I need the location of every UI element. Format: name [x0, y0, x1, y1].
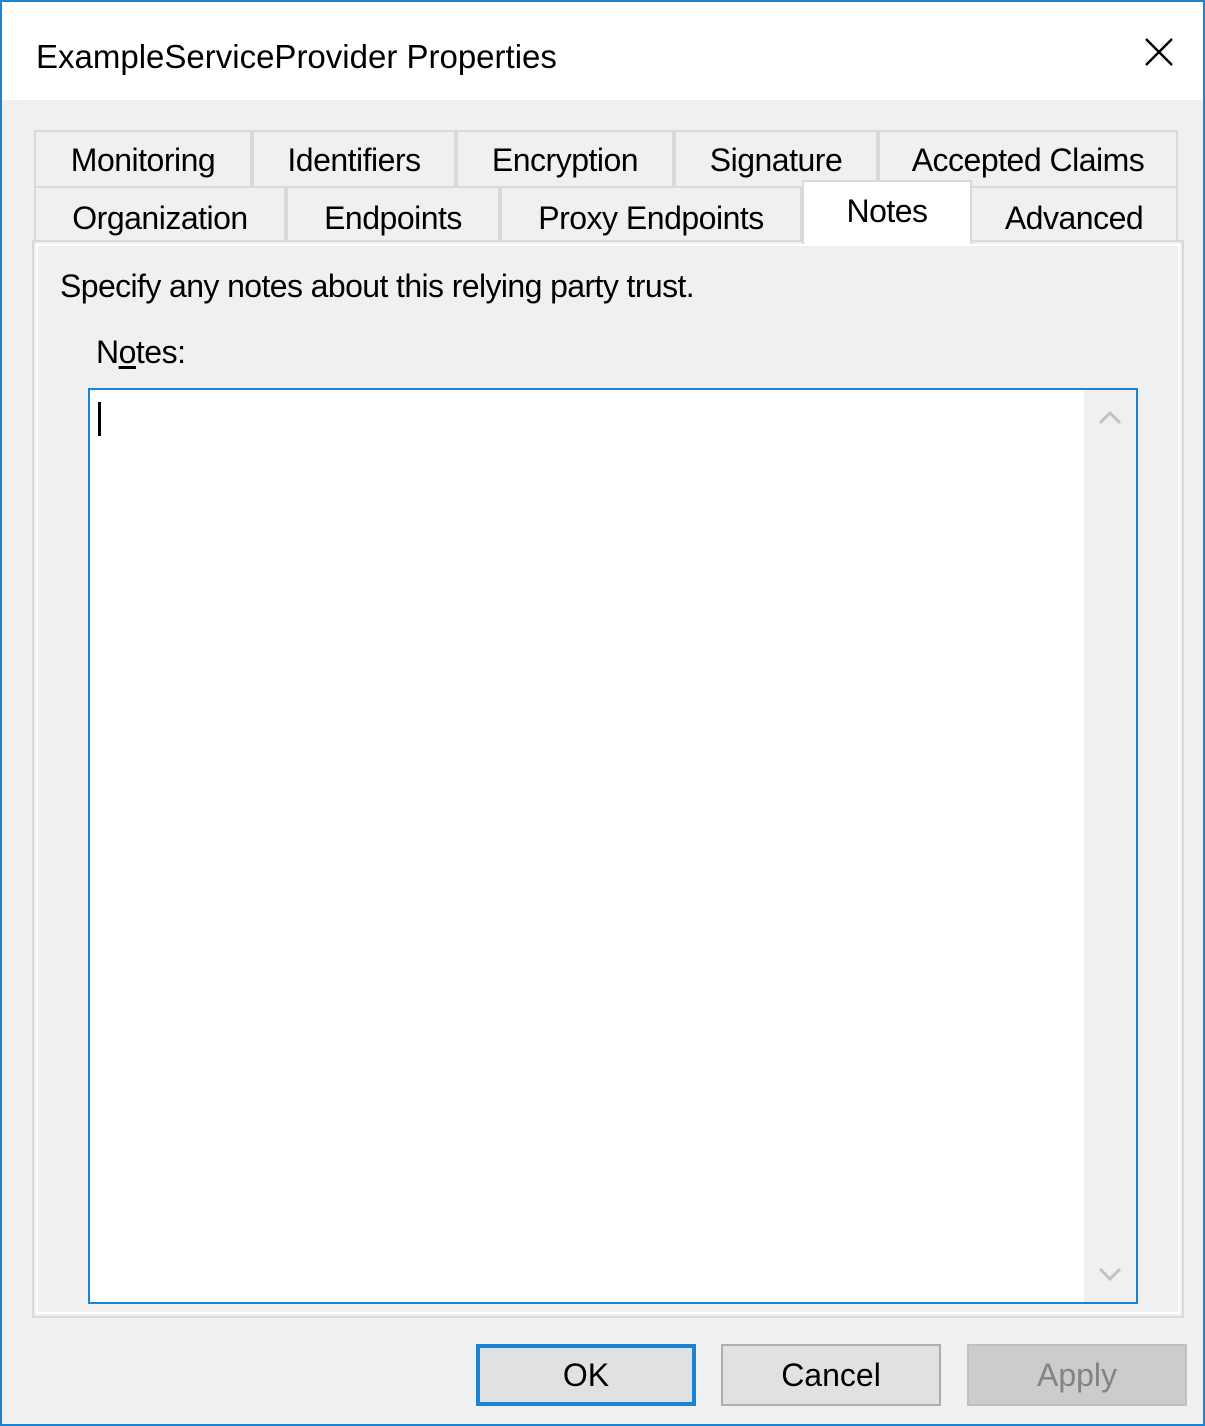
text-caret: [98, 402, 101, 436]
scroll-track[interactable]: [1084, 442, 1136, 1250]
close-icon: [1145, 38, 1173, 66]
tab-organization[interactable]: Organization: [34, 186, 286, 242]
window-title: ExampleServiceProvider Properties: [36, 38, 557, 75]
notes-textarea-frame: [88, 388, 1138, 1304]
notes-label-end: tes:: [135, 334, 186, 370]
tab-proxy-endpoints[interactable]: Proxy Endpoints: [500, 186, 802, 242]
chevron-up-icon: [1098, 410, 1122, 425]
cancel-button[interactable]: Cancel: [721, 1344, 941, 1406]
notes-textarea[interactable]: [90, 390, 1080, 1302]
chevron-down-icon: [1098, 1267, 1122, 1282]
close-button[interactable]: [1122, 20, 1194, 82]
tab-signature[interactable]: Signature: [674, 130, 878, 186]
scroll-down-button[interactable]: [1084, 1250, 1136, 1302]
tab-notes[interactable]: Notes: [802, 180, 972, 244]
notes-label-mnemonic: o: [118, 334, 137, 370]
tab-endpoints[interactable]: Endpoints: [286, 186, 500, 242]
properties-dialog: ExampleServiceProvider Properties Monito…: [0, 0, 1205, 1426]
tab-monitoring[interactable]: Monitoring: [34, 130, 252, 186]
notes-tab-panel: Specify any notes about this relying par…: [32, 240, 1184, 1318]
notes-vertical-scrollbar[interactable]: [1084, 390, 1136, 1302]
tab-advanced[interactable]: Advanced: [970, 186, 1178, 242]
ok-button[interactable]: OK: [476, 1344, 696, 1406]
tab-encryption[interactable]: Encryption: [456, 130, 674, 186]
title-bar: ExampleServiceProvider Properties: [2, 2, 1203, 100]
apply-button[interactable]: Apply: [967, 1344, 1187, 1406]
tab-accepted-claims[interactable]: Accepted Claims: [878, 130, 1178, 186]
notes-label-start: N: [96, 334, 119, 370]
tab-identifiers[interactable]: Identifiers: [252, 130, 456, 186]
scroll-up-button[interactable]: [1084, 390, 1136, 442]
notes-label: Notes:: [96, 334, 186, 371]
panel-description: Specify any notes about this relying par…: [60, 268, 695, 304]
